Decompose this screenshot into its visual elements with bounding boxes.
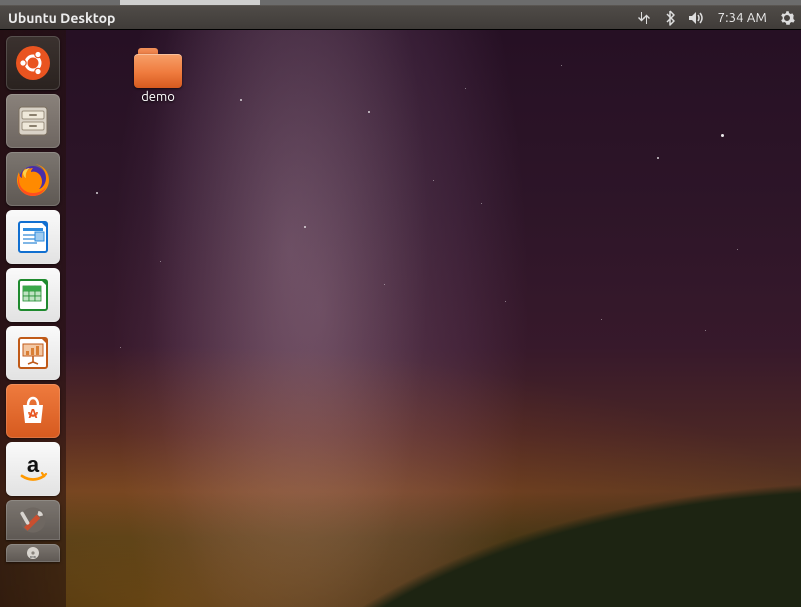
launcher-software[interactable]: A bbox=[6, 384, 60, 438]
volume-indicator[interactable] bbox=[688, 10, 706, 26]
settings-tools-icon bbox=[13, 502, 53, 538]
impress-icon bbox=[14, 334, 52, 372]
clock-indicator[interactable]: 7:34 AM bbox=[718, 11, 767, 25]
desktop-icon-demo[interactable]: demo bbox=[118, 48, 198, 105]
launcher-calc[interactable] bbox=[6, 268, 60, 322]
launcher-amazon[interactable]: a bbox=[6, 442, 60, 496]
svg-text:A: A bbox=[28, 406, 38, 421]
workspace: A a DVD bbox=[0, 30, 801, 607]
panel-title: Ubuntu Desktop bbox=[8, 10, 115, 26]
system-gear-icon bbox=[779, 10, 795, 26]
network-icon bbox=[636, 10, 652, 26]
wallpaper-hills bbox=[0, 347, 801, 607]
volume-icon bbox=[688, 10, 706, 26]
launcher-dash[interactable] bbox=[6, 36, 60, 90]
launcher-settings[interactable] bbox=[6, 500, 60, 540]
bluetooth-indicator[interactable] bbox=[664, 10, 676, 26]
unity-launcher: A a DVD bbox=[0, 30, 66, 607]
svg-text:a: a bbox=[27, 452, 40, 477]
launcher-disc[interactable]: DVD bbox=[6, 544, 60, 562]
launcher-firefox[interactable] bbox=[6, 152, 60, 206]
launcher-impress[interactable] bbox=[6, 326, 60, 380]
shopping-bag-icon: A bbox=[15, 393, 51, 429]
folder-icon bbox=[134, 48, 182, 88]
writer-icon bbox=[14, 218, 52, 256]
indicator-area: 7:34 AM bbox=[636, 10, 795, 26]
firefox-icon bbox=[12, 158, 54, 200]
calc-icon bbox=[14, 276, 52, 314]
wallpaper bbox=[0, 30, 801, 607]
desktop-icon-label: demo bbox=[137, 89, 179, 105]
launcher-writer[interactable] bbox=[6, 210, 60, 264]
disc-icon: DVD bbox=[13, 545, 53, 561]
amazon-icon: a bbox=[13, 449, 53, 489]
svg-text:DVD: DVD bbox=[30, 555, 36, 559]
launcher-files[interactable] bbox=[6, 94, 60, 148]
network-indicator[interactable] bbox=[636, 10, 652, 26]
file-cabinet-icon bbox=[13, 101, 53, 141]
top-panel: Ubuntu Desktop 7:34 AM bbox=[0, 5, 801, 30]
bluetooth-icon bbox=[664, 10, 676, 26]
system-indicator[interactable] bbox=[779, 10, 795, 26]
ubuntu-logo-icon bbox=[13, 43, 53, 83]
